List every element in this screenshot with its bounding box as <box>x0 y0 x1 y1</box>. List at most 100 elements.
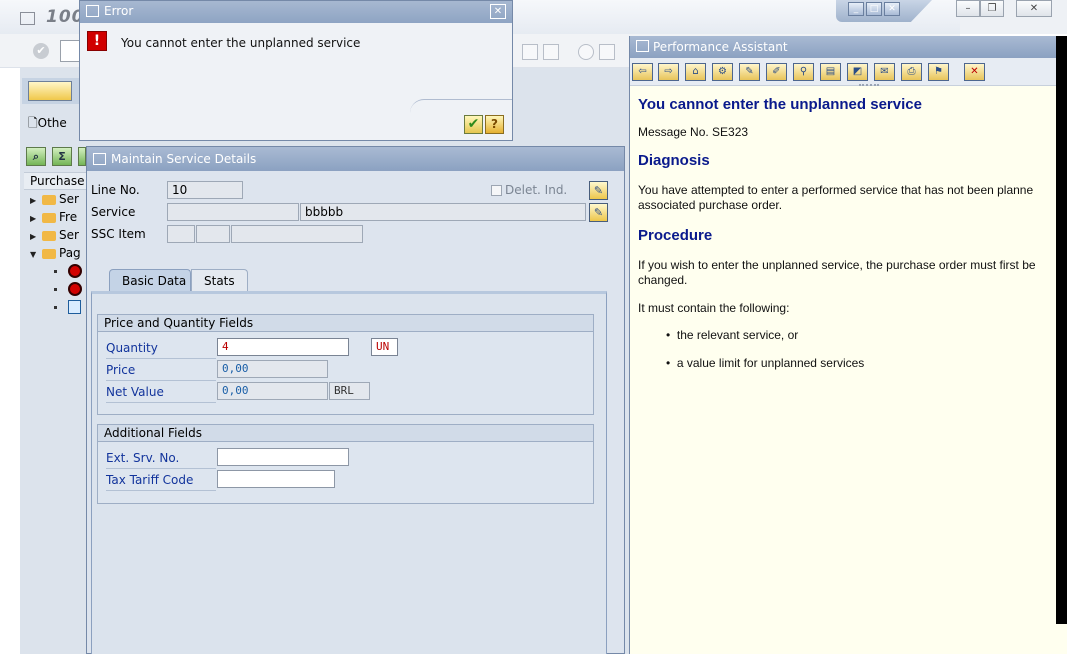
quantity-input[interactable]: 4 <box>217 338 349 356</box>
folder-icon <box>42 212 56 223</box>
settings-icon[interactable]: ⚑ <box>928 63 949 81</box>
delet-ind-checkbox[interactable] <box>491 185 502 196</box>
divider <box>106 402 216 403</box>
error-status-icon <box>68 264 82 278</box>
window-controls: – ❐ ✕ <box>950 0 1054 18</box>
edit-text-pencil-icon[interactable]: ✎ <box>589 203 608 222</box>
procedure-heading: Procedure <box>638 227 713 244</box>
ext-srv-no-input[interactable] <box>217 448 349 466</box>
ssc-item-field-3 <box>231 225 363 243</box>
ssc-item-field-1 <box>167 225 195 243</box>
group-title: Price and Quantity Fields <box>98 315 593 332</box>
application-help-icon[interactable]: ✐ <box>766 63 787 81</box>
pa-heading: You cannot enter the unplanned service <box>638 96 922 113</box>
tree-node[interactable]: ▶ Fre <box>30 210 90 224</box>
tree-leaf[interactable] <box>54 281 84 297</box>
tree-leaf[interactable] <box>54 299 84 315</box>
enter-icon[interactable]: ✔ <box>33 43 49 59</box>
pa-title: Performance Assistant <box>653 40 788 54</box>
folder-icon <box>42 230 56 241</box>
group-title: Additional Fields <box>98 425 593 442</box>
forward-icon[interactable]: ⇨ <box>658 63 679 81</box>
window-menu-icon[interactable] <box>86 5 99 17</box>
error-dialog: Error ✕ ! You cannot enter the unplanned… <box>79 0 513 141</box>
tax-tariff-code-input[interactable] <box>217 470 335 488</box>
check-icon[interactable]: ✔ <box>464 115 483 134</box>
line-no-field: 10 <box>167 181 243 199</box>
quantity-label: Quantity <box>106 341 158 355</box>
print-icon[interactable]: ⎙ <box>901 63 922 81</box>
error-title: Error <box>104 4 134 18</box>
sum-icon[interactable]: Σ <box>52 147 72 166</box>
maintain-service-details-dialog: Maintain Service Details Line No. 10 Del… <box>86 146 625 654</box>
divider <box>106 358 216 359</box>
unit-input[interactable]: UN <box>371 338 398 356</box>
tree-node[interactable]: ▼ Pag <box>30 246 90 260</box>
diagnosis-heading: Diagnosis <box>638 152 710 169</box>
error-status-icon <box>68 282 82 296</box>
question-icon[interactable]: ? <box>485 115 504 134</box>
list-item: • a value limit for unplanned services <box>638 356 1067 371</box>
tab-basic-data[interactable]: Basic Data <box>109 269 191 291</box>
basic-data-tab-panel: Price and Quantity Fields Quantity 4 UN … <box>91 291 607 654</box>
restore-icon[interactable]: ❐ <box>980 0 1004 17</box>
find-icon[interactable]: ⌕ <box>26 147 46 166</box>
ssc-item-field-2 <box>196 225 230 243</box>
help-icon[interactable] <box>578 44 594 60</box>
glossary-icon[interactable]: ⚲ <box>793 63 814 81</box>
layout-icon[interactable] <box>599 44 615 60</box>
technical-info-icon[interactable]: ⚙ <box>712 63 733 81</box>
back-icon[interactable]: ⇦ <box>632 63 653 81</box>
pa-content: You cannot enter the unplanned service M… <box>638 96 1067 371</box>
net-value-label: Net Value <box>106 385 164 399</box>
close-icon[interactable]: ✕ <box>884 2 900 16</box>
tree-node-label: Fre <box>59 210 78 224</box>
document-overview-button[interactable] <box>28 81 72 101</box>
tree-node[interactable]: ▶ Ser <box>30 192 90 206</box>
note-icon[interactable]: ✉ <box>874 63 895 81</box>
list-item-text: a value limit for unplanned services <box>676 356 865 370</box>
tree-leaf[interactable] <box>54 263 84 279</box>
edit-icon[interactable]: ✎ <box>739 63 760 81</box>
expand-arrow-icon[interactable]: ▶ <box>30 214 42 223</box>
bookmark-icon[interactable]: ◩ <box>847 63 868 81</box>
minimize-icon[interactable]: – <box>956 0 980 17</box>
home-icon[interactable]: ⌂ <box>685 63 706 81</box>
tab-stats[interactable]: Stats <box>191 269 248 291</box>
expand-arrow-icon[interactable]: ▶ <box>30 196 42 205</box>
tree-header: Purchase O <box>24 172 88 190</box>
resize-grip[interactable] <box>859 84 879 88</box>
minimize-icon[interactable]: _ <box>848 2 864 16</box>
net-value-field: 0,00 <box>217 382 328 400</box>
edit-pencil-icon[interactable]: ✎ <box>589 181 608 200</box>
collapse-arrow-icon[interactable]: ▼ <box>30 250 42 259</box>
window-menu-icon[interactable] <box>20 12 35 25</box>
divider <box>106 468 216 469</box>
other-purchase-order-button[interactable]: 🗋Othe <box>28 114 67 135</box>
maximize-icon[interactable]: □ <box>866 2 882 16</box>
create-session-icon[interactable] <box>522 44 538 60</box>
currency-field: BRL <box>329 382 370 400</box>
subtotal-icon[interactable] <box>78 147 86 166</box>
window-menu-icon[interactable] <box>636 40 649 52</box>
expand-arrow-icon[interactable]: ▶ <box>30 232 42 241</box>
close-icon[interactable]: ✕ <box>1016 0 1052 17</box>
decorative-swoosh <box>410 99 512 113</box>
trash-icon <box>68 300 81 314</box>
tree-node-label: Ser <box>59 228 79 242</box>
tree-node[interactable]: ▶ Ser <box>30 228 90 242</box>
shortcut-icon[interactable] <box>543 44 559 60</box>
tree-node-label: Ser <box>59 192 79 206</box>
bullet-icon: • <box>666 356 677 370</box>
procedure-text-line-2: changed. <box>638 273 688 287</box>
window-menu-icon[interactable] <box>93 153 106 165</box>
error-icon: ! <box>87 31 107 51</box>
close-icon[interactable]: ✕ <box>490 4 506 19</box>
book-icon[interactable]: ▤ <box>820 63 841 81</box>
price-field: 0,00 <box>217 360 328 378</box>
close-icon[interactable]: ✕ <box>964 63 985 81</box>
pa-titlebar: Performance Assistant <box>630 36 1067 58</box>
ssc-item-label: SSC Item <box>91 227 146 241</box>
message-number: Message No. SE323 <box>638 125 749 139</box>
procedure-text-line-3: It must contain the following: <box>638 301 790 315</box>
